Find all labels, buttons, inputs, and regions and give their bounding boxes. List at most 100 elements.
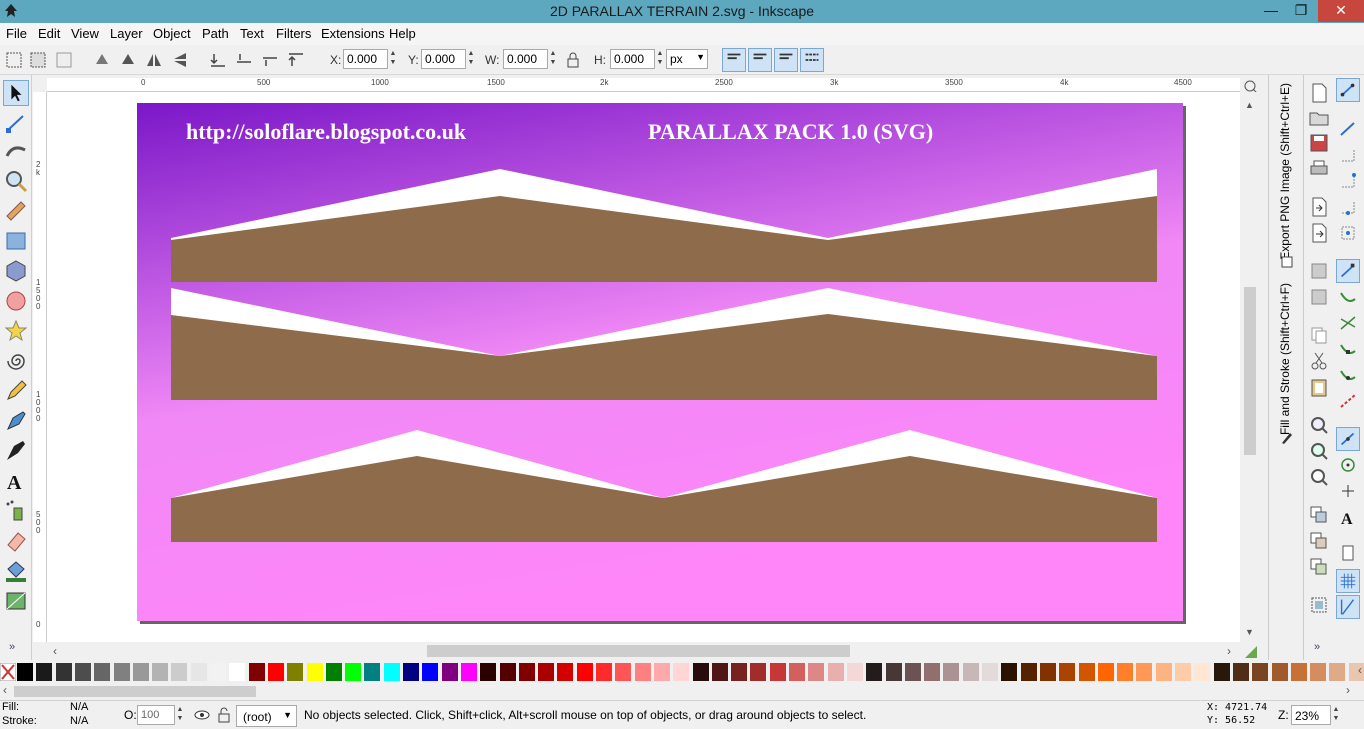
w-field[interactable]: 0.000 (503, 49, 548, 69)
color-swatch[interactable] (422, 663, 439, 681)
color-swatch[interactable] (94, 663, 111, 681)
palette-scroll-left-icon[interactable]: ‹ (3, 683, 7, 697)
color-swatch[interactable] (1271, 663, 1288, 681)
snap-others-icon[interactable] (1336, 427, 1360, 451)
color-swatch[interactable] (1232, 663, 1249, 681)
snap-guides-icon[interactable] (1336, 595, 1360, 619)
zoom-field[interactable]: 23% (1291, 705, 1331, 725)
unit-select[interactable]: px ▼ (666, 49, 708, 69)
menu-view[interactable]: View (71, 26, 99, 41)
lower-to-bottom-icon[interactable] (208, 50, 228, 70)
transform-patterns-icon[interactable] (800, 48, 824, 72)
color-swatch[interactable] (731, 663, 748, 681)
h-field[interactable]: 0.000 (610, 49, 655, 69)
scale-corners-icon[interactable] (748, 48, 772, 72)
color-swatch[interactable] (480, 663, 497, 681)
x-spinner[interactable]: ▲ ▼ (388, 49, 398, 69)
snap-enable-icon[interactable] (1336, 78, 1360, 102)
snap-cusp-nodes-icon[interactable] (1336, 337, 1360, 361)
color-swatch[interactable] (1078, 663, 1095, 681)
color-swatch[interactable] (36, 663, 53, 681)
close-button[interactable]: ✕ (1318, 0, 1364, 22)
flip-horizontal-icon[interactable] (144, 50, 164, 70)
select-all-icon[interactable] (4, 50, 24, 70)
palette-scroll-right-icon[interactable]: › (1346, 683, 1350, 697)
url-text[interactable]: http://soloflare.blogspot.co.uk (186, 119, 467, 144)
selector-tool-icon[interactable] (3, 80, 29, 106)
color-management-icon[interactable] (1243, 644, 1259, 660)
snap-bbox-icon[interactable] (1336, 117, 1360, 141)
zoom-tool-icon[interactable] (3, 168, 29, 194)
color-swatch[interactable] (1213, 663, 1230, 681)
layer-select[interactable]: (root) ▼ (236, 705, 297, 727)
duplicate-icon[interactable] (1307, 503, 1331, 527)
opacity-field[interactable]: 100 (137, 705, 175, 725)
color-swatch[interactable] (904, 663, 921, 681)
color-swatch[interactable] (460, 663, 477, 681)
color-swatch[interactable] (1175, 663, 1191, 681)
color-swatch[interactable] (750, 663, 767, 681)
color-swatch[interactable] (808, 663, 825, 681)
horizontal-scroll-thumb[interactable] (427, 645, 850, 657)
palette-scrollbar[interactable]: ‹ › (0, 683, 1364, 700)
scroll-down-icon[interactable]: ▼ (1245, 627, 1254, 637)
snap-bbox-centers-icon[interactable] (1336, 221, 1360, 245)
color-swatch[interactable] (962, 663, 979, 681)
pen-tool-icon[interactable] (3, 408, 29, 434)
minimize-button[interactable]: — (1256, 0, 1286, 22)
color-swatch[interactable] (866, 663, 883, 681)
commands-more-icon[interactable]: » (1314, 641, 1320, 653)
color-swatch[interactable] (943, 663, 960, 681)
lower-icon[interactable] (234, 50, 254, 70)
color-swatch[interactable] (1001, 663, 1018, 681)
pencil-tool-icon[interactable] (3, 378, 29, 404)
color-swatch[interactable] (518, 663, 535, 681)
color-swatch[interactable] (924, 663, 941, 681)
color-swatch[interactable] (499, 663, 516, 681)
measure-tool-icon[interactable] (3, 198, 29, 224)
cut-icon[interactable] (1307, 349, 1331, 373)
color-swatch[interactable] (1290, 663, 1307, 681)
menu-edit[interactable]: Edit (38, 26, 60, 41)
print-icon[interactable] (1307, 157, 1331, 181)
paint-bucket-tool-icon[interactable] (3, 558, 29, 584)
color-swatch[interactable] (152, 663, 169, 681)
snap-bbox-corners-icon[interactable] (1336, 169, 1360, 193)
color-swatch[interactable] (441, 663, 458, 681)
color-swatch[interactable] (325, 663, 342, 681)
horizontal-scrollbar[interactable]: ‹ › (47, 642, 1240, 660)
menu-text[interactable]: Text (240, 26, 264, 41)
calligraphy-tool-icon[interactable] (3, 438, 29, 464)
text-tool-icon[interactable]: A (3, 468, 29, 494)
vertical-scrollbar[interactable]: ▲ ▼ (1240, 92, 1260, 642)
scroll-left-icon[interactable]: ‹ (53, 644, 57, 658)
y-field[interactable]: 0.000 (421, 49, 466, 69)
color-swatch[interactable] (1329, 663, 1346, 681)
color-swatch[interactable] (789, 663, 805, 681)
layer-lock-icon[interactable] (216, 707, 232, 723)
color-swatch[interactable] (1059, 663, 1076, 681)
color-swatch[interactable] (846, 663, 863, 681)
snap-bbox-edges-icon[interactable] (1336, 143, 1360, 167)
color-swatch[interactable] (1097, 663, 1114, 681)
zoom-drawing-icon[interactable] (1307, 439, 1331, 463)
spray-tool-icon[interactable] (3, 498, 29, 524)
zoom-selection-icon[interactable] (1307, 413, 1331, 437)
pack-title-text[interactable]: PARALLAX PACK 1.0 (SVG) (648, 119, 933, 144)
color-swatch[interactable] (1252, 663, 1269, 681)
snap-midpoints-icon[interactable] (1336, 389, 1360, 413)
undo-icon[interactable] (1307, 259, 1331, 283)
clone-icon[interactable] (1307, 529, 1331, 553)
h-spinner[interactable]: ▲ ▼ (655, 49, 665, 69)
color-swatch[interactable] (538, 663, 555, 681)
snap-rotation-center-icon[interactable] (1336, 479, 1360, 503)
color-swatch[interactable] (692, 663, 709, 681)
select-all-layers-icon[interactable] (28, 50, 48, 70)
menu-filters[interactable]: Filters (276, 26, 311, 41)
color-swatch[interactable] (17, 663, 33, 681)
node-tool-icon[interactable] (3, 110, 29, 136)
import-icon[interactable] (1307, 195, 1331, 219)
snap-paths-icon[interactable] (1336, 285, 1360, 309)
deselect-icon[interactable] (54, 50, 74, 70)
color-swatch[interactable] (885, 663, 902, 681)
